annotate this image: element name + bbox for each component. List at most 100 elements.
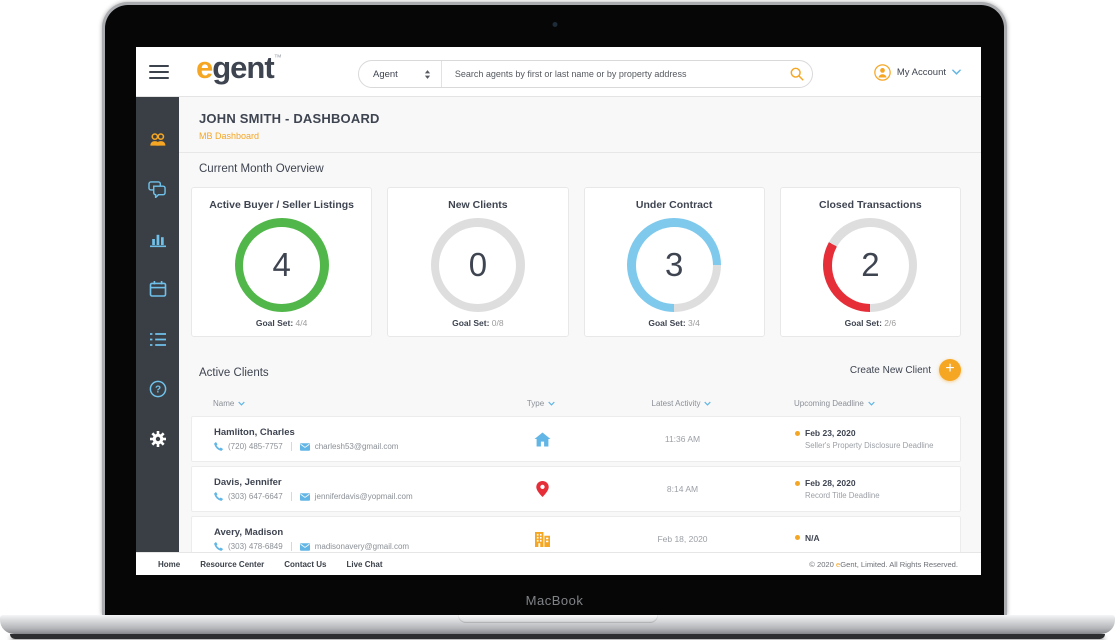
stat-cards: Active Buyer / Seller Listings 4 Goal Se… bbox=[191, 187, 961, 337]
goal-text: Goal Set: 0/8 bbox=[452, 318, 504, 328]
calendar-icon bbox=[149, 280, 167, 298]
client-table: Hamliton, Charles (720) 485-7757 charles… bbox=[191, 416, 961, 560]
sort-chevron-icon bbox=[548, 401, 555, 406]
latest-activity: 11:36 AM bbox=[570, 434, 795, 444]
sidebar-item-settings[interactable] bbox=[136, 414, 179, 464]
sidebar-item-calendar[interactable] bbox=[136, 264, 179, 314]
macbook-label: MacBook bbox=[105, 593, 1004, 608]
app-header: egent™ Agent bbox=[136, 47, 981, 97]
sort-chevron-icon bbox=[238, 401, 245, 406]
deadline-date: Feb 28, 2020 bbox=[805, 478, 856, 488]
stat-card-new-clients: New Clients 0 Goal Set: 0/8 bbox=[387, 187, 568, 337]
column-header-name[interactable]: Name bbox=[191, 399, 513, 408]
create-new-client-label: Create New Client bbox=[850, 365, 931, 376]
search-input[interactable] bbox=[442, 69, 782, 79]
table-row[interactable]: Davis, Jennifer (303) 647-6647 jenniferd… bbox=[191, 466, 961, 512]
search-bar: Agent bbox=[358, 60, 813, 88]
column-label: Upcoming Deadline bbox=[794, 399, 864, 408]
stat-card-under-contract: Under Contract 3 Goal Set: 3/4 bbox=[584, 187, 765, 337]
section-title: Current Month Overview bbox=[199, 163, 324, 175]
app-screen: egent™ Agent bbox=[136, 47, 981, 575]
client-email[interactable]: charlesh53@gmail.com bbox=[315, 442, 399, 451]
phone-icon bbox=[214, 542, 223, 551]
goal-label: Goal Set: bbox=[845, 318, 882, 328]
webcam-dot bbox=[552, 22, 557, 27]
sidebar-item-reports[interactable] bbox=[136, 214, 179, 264]
list-icon bbox=[149, 332, 167, 347]
house-icon bbox=[534, 432, 551, 447]
sort-chevron-icon bbox=[704, 401, 711, 406]
create-new-client-button[interactable]: Create New Client + bbox=[850, 359, 961, 381]
laptop-base-edge bbox=[10, 634, 1105, 639]
active-clients-heading: Active Clients bbox=[199, 367, 269, 379]
logo-e: e bbox=[196, 50, 212, 85]
deadline-dot bbox=[795, 431, 800, 436]
stat-card-title: New Clients bbox=[448, 199, 508, 211]
copyright-brand: Gent, Limited. bbox=[840, 560, 887, 569]
latest-activity: Feb 18, 2020 bbox=[570, 534, 795, 544]
hamburger-menu-icon[interactable] bbox=[149, 65, 169, 79]
building-icon bbox=[534, 532, 551, 547]
users-icon bbox=[147, 131, 168, 147]
sidebar-item-help[interactable]: ? bbox=[136, 364, 179, 414]
breadcrumb[interactable]: MB Dashboard bbox=[199, 131, 259, 141]
column-label: Latest Activity bbox=[652, 399, 701, 408]
settings-icon bbox=[149, 430, 167, 448]
my-account-label: My Account bbox=[897, 67, 946, 78]
goal-label: Goal Set: bbox=[452, 318, 489, 328]
goal-text: Goal Set: 3/4 bbox=[648, 318, 700, 328]
contact-divider bbox=[291, 542, 292, 551]
client-phone: (720) 485-7757 bbox=[228, 442, 283, 451]
app-logo[interactable]: egent™ bbox=[196, 50, 282, 86]
goal-text: Goal Set: 4/4 bbox=[256, 318, 308, 328]
client-name: Avery, Madison bbox=[214, 527, 514, 538]
macbook-mockup: egent™ Agent bbox=[0, 0, 1115, 640]
column-header-upcoming-deadline[interactable]: Upcoming Deadline bbox=[794, 399, 961, 408]
goal-value: 4/4 bbox=[296, 318, 308, 328]
footer-link-contact-us[interactable]: Contact Us bbox=[284, 560, 326, 569]
deadline-date: Feb 23, 2020 bbox=[805, 428, 856, 438]
footer-link-live-chat[interactable]: Live Chat bbox=[347, 560, 383, 569]
progress-ring: 0 bbox=[431, 218, 525, 312]
column-label: Name bbox=[213, 399, 234, 408]
client-email[interactable]: madisonavery@gmail.com bbox=[315, 542, 409, 551]
client-email[interactable]: jenniferdavis@yopmail.com bbox=[315, 492, 413, 501]
copyright-rights: All Rights Reserved. bbox=[888, 560, 958, 569]
table-row[interactable]: Hamliton, Charles (720) 485-7757 charles… bbox=[191, 416, 961, 462]
footer-link-home[interactable]: Home bbox=[158, 560, 180, 569]
column-header-latest-activity[interactable]: Latest Activity bbox=[569, 399, 794, 408]
deadline-label: Seller's Property Disclosure Deadline bbox=[795, 441, 960, 450]
search-button[interactable] bbox=[782, 61, 812, 87]
goal-text: Goal Set: 2/6 bbox=[845, 318, 897, 328]
divider bbox=[179, 152, 981, 153]
contact-divider bbox=[291, 492, 292, 501]
email-icon bbox=[300, 443, 310, 451]
laptop-bezel: egent™ Agent bbox=[102, 2, 1007, 615]
client-phone: (303) 478-6849 bbox=[228, 542, 283, 551]
sidebar-item-messages[interactable] bbox=[136, 164, 179, 214]
goal-label: Goal Set: bbox=[648, 318, 685, 328]
stat-card-title: Closed Transactions bbox=[819, 199, 922, 211]
stat-value: 2 bbox=[861, 246, 879, 284]
sort-chevron-icon bbox=[868, 401, 875, 406]
search-category-select[interactable]: Agent bbox=[359, 61, 441, 87]
chevron-down-icon bbox=[952, 69, 961, 75]
client-name: Hamliton, Charles bbox=[214, 427, 514, 438]
my-account-menu[interactable]: My Account bbox=[874, 59, 961, 85]
bar-chart-icon bbox=[149, 230, 167, 248]
footer-link-resource-center[interactable]: Resource Center bbox=[200, 560, 264, 569]
client-phone: (303) 647-6647 bbox=[228, 492, 283, 501]
progress-ring: 3 bbox=[627, 218, 721, 312]
column-header-type[interactable]: Type bbox=[513, 399, 569, 408]
plus-icon: + bbox=[939, 359, 961, 381]
chat-icon bbox=[148, 181, 167, 198]
sidebar-item-clients[interactable] bbox=[136, 114, 179, 164]
search-category-value: Agent bbox=[373, 69, 398, 80]
sidebar-item-tasks[interactable] bbox=[136, 314, 179, 364]
page-title: JOHN SMITH - DASHBOARD bbox=[199, 111, 380, 126]
laptop-base bbox=[0, 615, 1115, 634]
progress-ring: 2 bbox=[823, 218, 917, 312]
stat-card-closed: Closed Transactions 2 Goal Set: 2/6 bbox=[780, 187, 961, 337]
stat-card-listings: Active Buyer / Seller Listings 4 Goal Se… bbox=[191, 187, 372, 337]
progress-ring: 4 bbox=[235, 218, 329, 312]
